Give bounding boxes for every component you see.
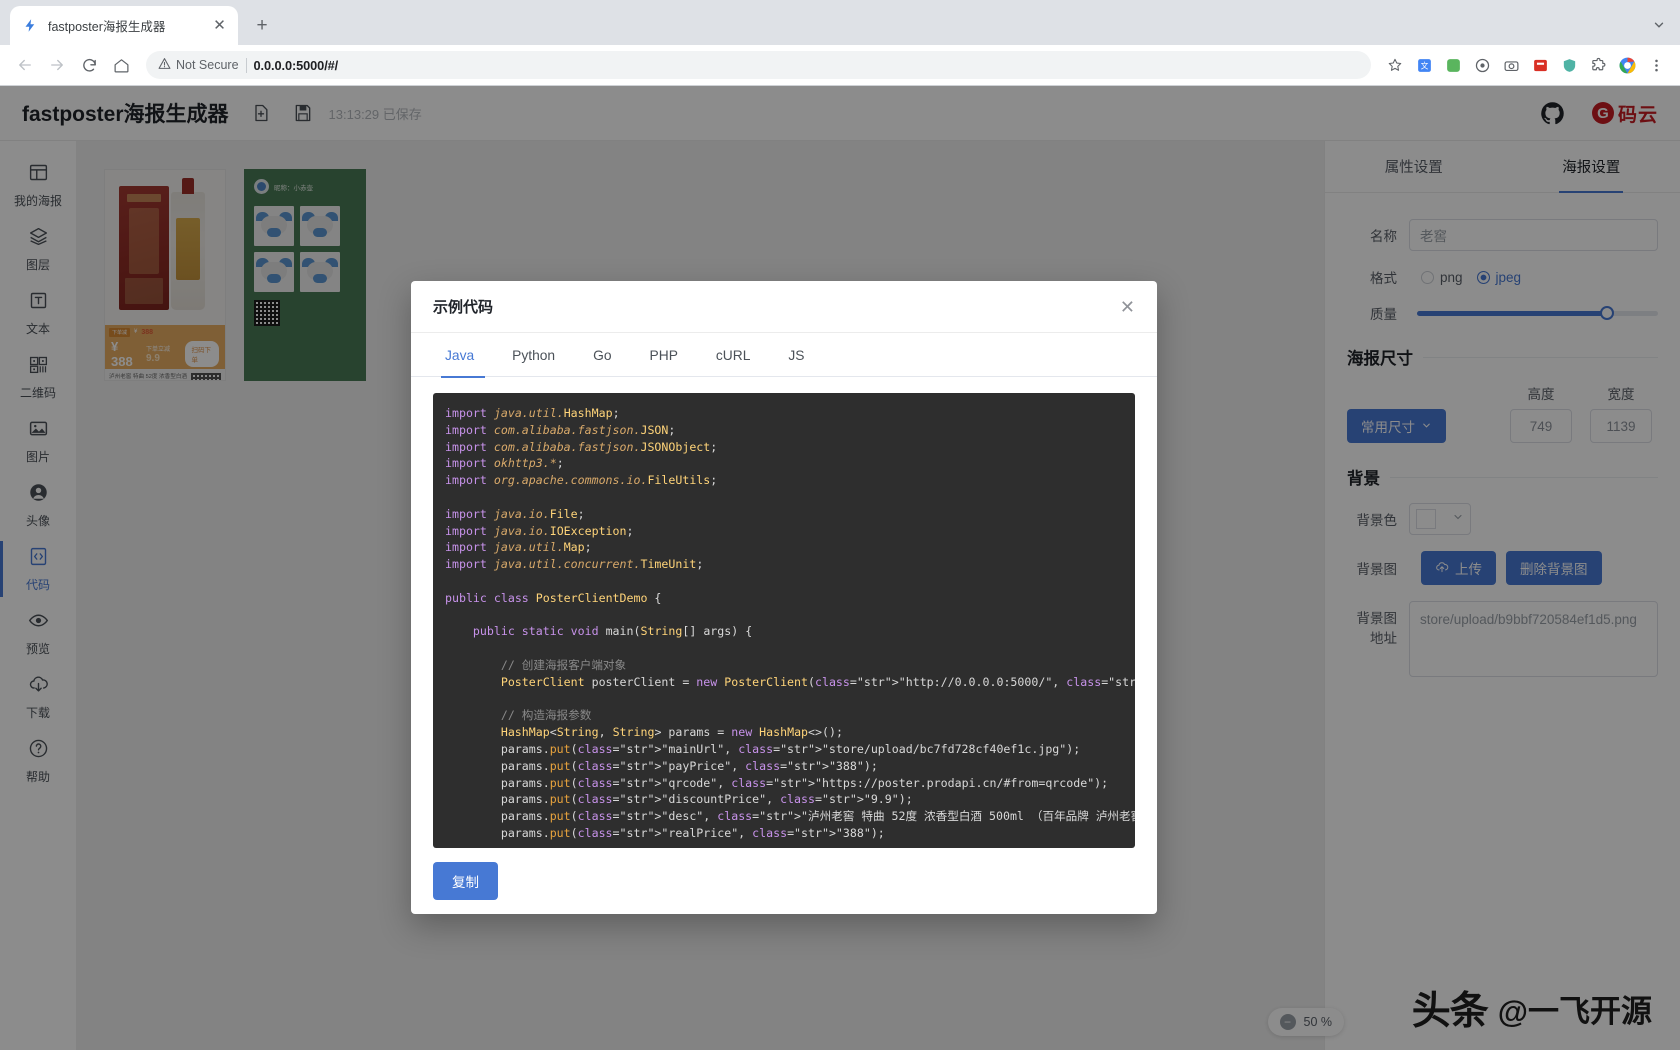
tab-js[interactable]: JS (769, 333, 823, 377)
camera-icon[interactable] (1497, 51, 1525, 79)
browser-tab[interactable]: fastposter海报生成器 ✕ (10, 6, 238, 45)
modal-title: 示例代码 (433, 296, 493, 317)
new-tab-button[interactable]: + (248, 12, 276, 40)
arrow-right-icon[interactable] (42, 50, 72, 80)
circle-extension-icon[interactable] (1468, 51, 1496, 79)
chrome-profile-icon[interactable] (1613, 51, 1641, 79)
tab-curl[interactable]: cURL (697, 333, 770, 377)
app-root: fastposter海报生成器 13:13:29 已保存 G 码云 (0, 86, 1680, 1050)
tab-python[interactable]: Python (493, 333, 574, 377)
tab-php[interactable]: PHP (631, 333, 697, 377)
close-icon[interactable]: ✕ (211, 17, 228, 34)
star-icon[interactable] (1381, 51, 1409, 79)
window-menu-icon[interactable] (1652, 18, 1666, 35)
close-icon[interactable]: ✕ (1120, 298, 1135, 316)
tab-java[interactable]: Java (433, 333, 493, 377)
extensions-icon[interactable] (1584, 51, 1612, 79)
security-label: Not Secure (176, 58, 239, 72)
browser-toolbar: Not Secure 0.0.0.0:5000/#/ 文 (0, 45, 1680, 86)
language-tabs: Java Python Go PHP cURL JS (411, 333, 1157, 377)
svg-text:文: 文 (1420, 60, 1428, 70)
translate-icon[interactable]: 文 (1410, 51, 1438, 79)
puzzle-extension-icon[interactable] (1439, 51, 1467, 79)
address-bar[interactable]: Not Secure 0.0.0.0:5000/#/ (146, 51, 1371, 79)
home-icon[interactable] (106, 50, 136, 80)
tab-strip: fastposter海报生成器 ✕ + (0, 0, 1680, 45)
toolbar-actions: 文 (1381, 51, 1670, 79)
warning-triangle-icon (158, 57, 171, 73)
sample-code-modal: 示例代码 ✕ Java Python Go PHP cURL JS import… (411, 281, 1157, 914)
arrow-left-icon[interactable] (10, 50, 40, 80)
security-indicator[interactable]: Not Secure (158, 57, 239, 73)
menu-kebab-icon[interactable] (1642, 51, 1670, 79)
code-block[interactable]: import java.util.HashMap; import com.ali… (433, 393, 1135, 848)
tab-title: fastposter海报生成器 (48, 16, 202, 35)
code-text: import java.util.HashMap; import com.ali… (445, 405, 1135, 842)
copy-button[interactable]: 复制 (433, 862, 498, 900)
url-text: 0.0.0.0:5000/#/ (254, 58, 339, 73)
lightning-icon (22, 17, 39, 34)
omnibox-divider (246, 58, 247, 73)
modal-header: 示例代码 ✕ (411, 281, 1157, 333)
shield-icon[interactable] (1555, 51, 1583, 79)
browser-window: fastposter海报生成器 ✕ + Not Secure (0, 0, 1680, 1050)
tab-go[interactable]: Go (574, 333, 630, 377)
modal-footer: 复制 (411, 848, 1157, 914)
reload-icon[interactable] (74, 50, 104, 80)
flag-icon[interactable] (1526, 51, 1554, 79)
